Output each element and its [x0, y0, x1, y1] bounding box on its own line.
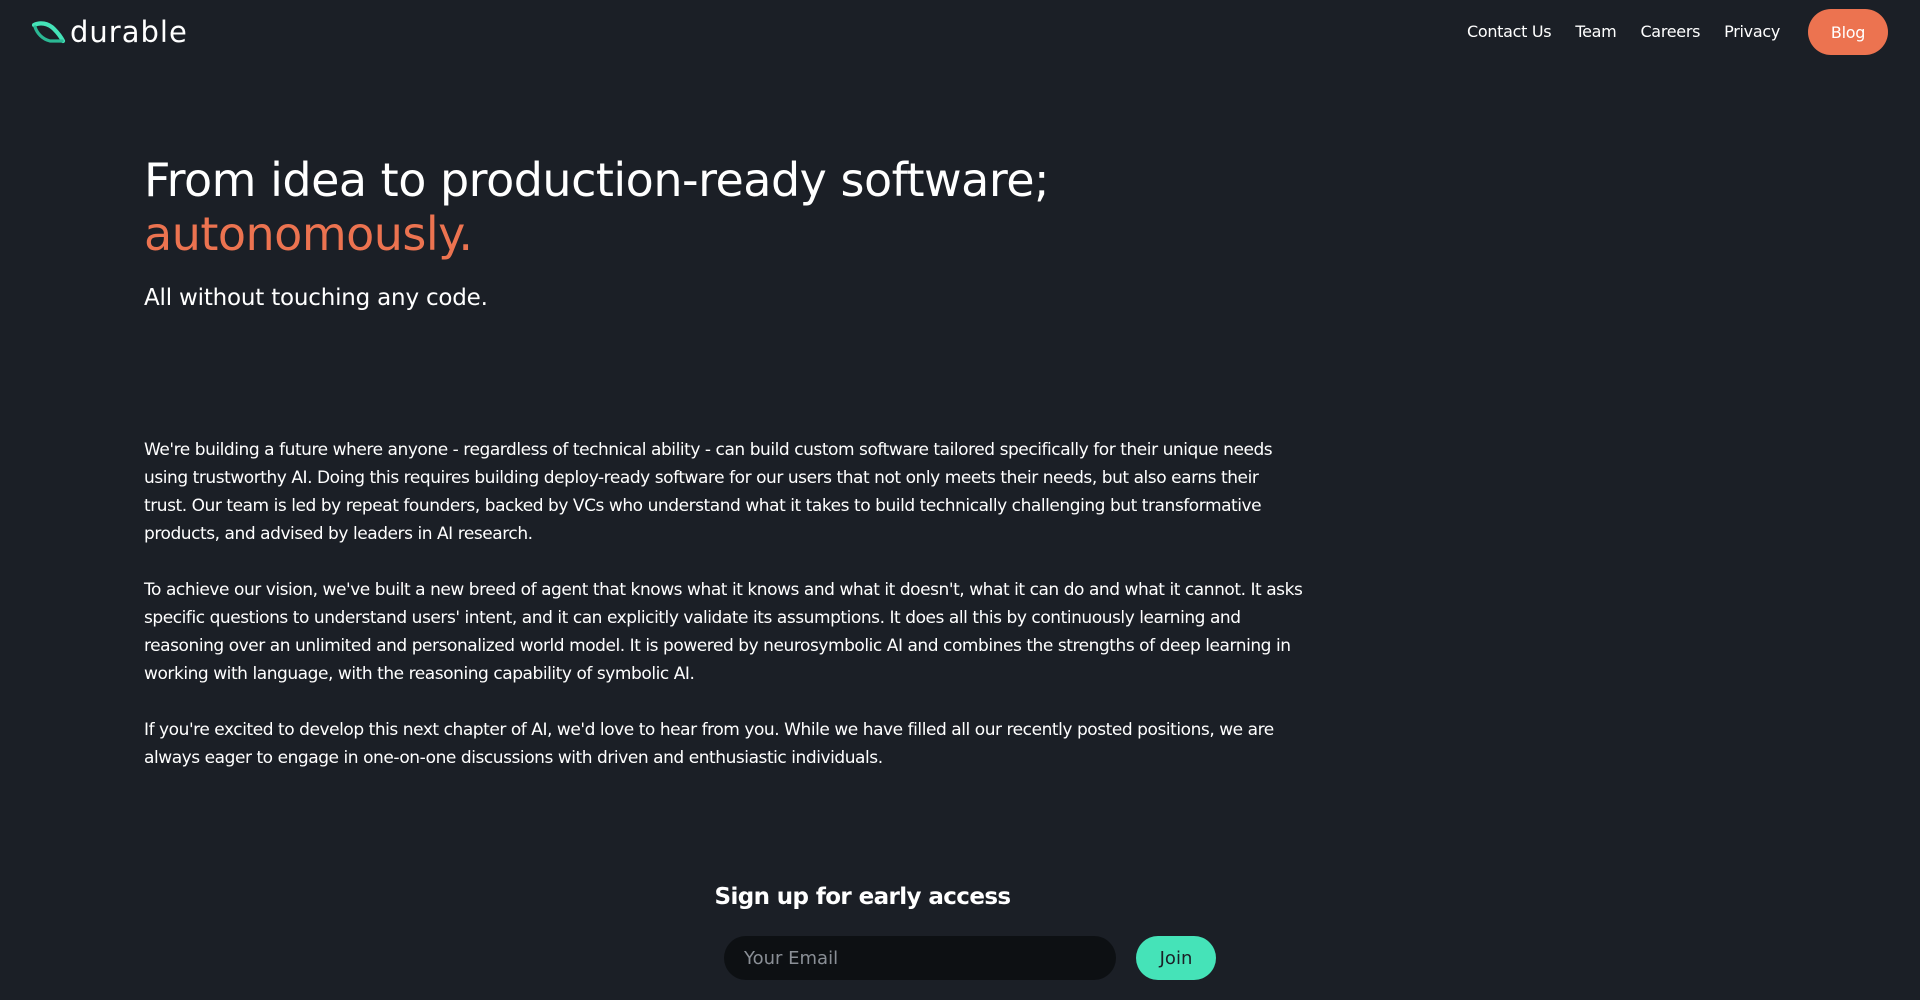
hero-section: From idea to production-ready software; …	[144, 153, 1344, 313]
nav-careers[interactable]: Careers	[1640, 9, 1700, 55]
about-paragraph: We're building a future where anyone - r…	[144, 440, 1273, 544]
email-input[interactable]	[724, 936, 1116, 980]
page: durable Contact Us Team Careers Privacy …	[0, 0, 1920, 1000]
site-header: durable Contact Us Team Careers Privacy …	[0, 0, 1920, 64]
logo-text: durable	[70, 15, 188, 49]
join-button[interactable]: Join	[1136, 936, 1216, 980]
hero-headline: From idea to production-ready software; …	[144, 153, 1344, 261]
durable-logo-icon	[32, 21, 66, 44]
main-nav: Contact Us Team Careers Privacy Blog	[1467, 9, 1888, 55]
hero-subheadline: All without touching any code.	[144, 285, 488, 311]
hero-headline-main: From idea to production-ready software;	[144, 153, 1050, 207]
signup-title: Sign up for early access	[714, 884, 1011, 910]
signup-section: Sign up for early access Join	[0, 880, 1725, 980]
blog-button[interactable]: Blog	[1808, 9, 1888, 55]
nav-privacy[interactable]: Privacy	[1724, 9, 1780, 55]
hero-headline-accent: autonomously.	[144, 207, 473, 261]
logo-link[interactable]: durable	[32, 14, 188, 50]
about-paragraph: If you're excited to develop this next c…	[144, 720, 1274, 768]
nav-team[interactable]: Team	[1575, 9, 1616, 55]
about-paragraph: To achieve our vision, we've built a new…	[144, 580, 1303, 684]
nav-contact-us[interactable]: Contact Us	[1467, 9, 1552, 55]
about-section: We're building a future where anyone - r…	[144, 436, 1304, 800]
signup-form: Join	[724, 936, 1216, 980]
